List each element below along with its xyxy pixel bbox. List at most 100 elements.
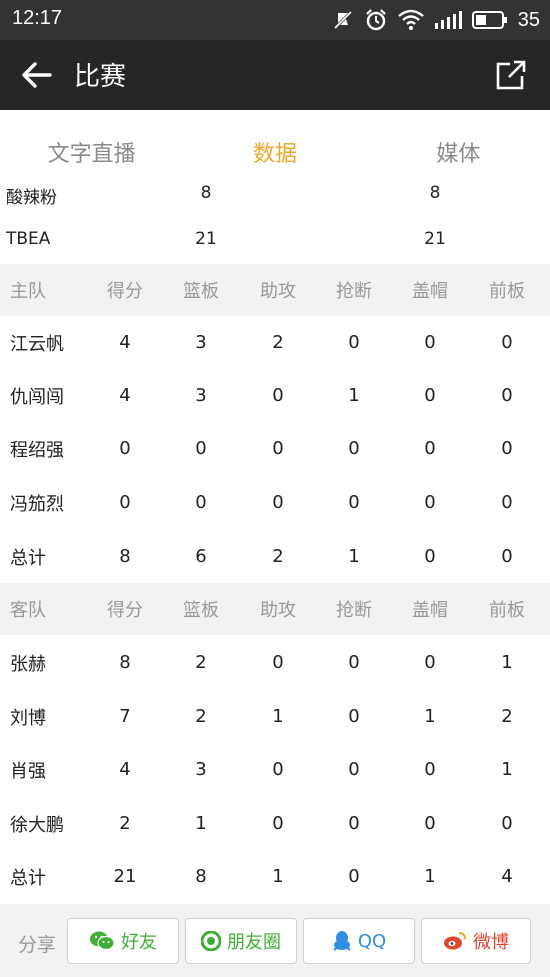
share-qq-label: QQ xyxy=(357,930,387,952)
alarm-icon xyxy=(365,9,386,31)
stat-cell: 1 xyxy=(272,706,284,727)
table-row: 肖强 4 3 0 0 0 1 xyxy=(0,743,550,796)
home-stats-header: 主队 得分 篮板 助攻 抢断 盖帽 前板 xyxy=(0,264,550,316)
stat-cell: 2 xyxy=(195,706,207,727)
stat-cell: 0 xyxy=(272,492,284,513)
table-row: 程绍强 0 0 0 0 0 0 xyxy=(0,422,550,475)
stat-cell: 1 xyxy=(348,546,360,567)
stat-cell: 0 xyxy=(348,813,360,834)
status-time: 12:17 xyxy=(12,7,63,29)
stat-cell: 3 xyxy=(195,385,207,406)
stat-cell: 1 xyxy=(424,866,436,887)
share-weibo-label: 微博 xyxy=(473,932,509,953)
header-blocks: 盖帽 xyxy=(412,600,448,621)
stat-cell: 0 xyxy=(119,438,131,459)
stat-cell: 0 xyxy=(272,385,284,406)
stat-cell: 0 xyxy=(348,652,360,673)
away-stats-header: 客队 得分 篮板 助攻 抢断 盖帽 前板 xyxy=(0,583,550,635)
status-icons: 35 xyxy=(332,6,540,34)
stat-cell: 0 xyxy=(195,438,207,459)
stat-cell: 0 xyxy=(348,866,360,887)
stat-cell: 0 xyxy=(501,492,513,513)
stat-cell: 1 xyxy=(501,759,513,780)
stat-cell: 7 xyxy=(119,706,131,727)
score-row: TBEA 21 21 xyxy=(0,218,550,264)
wechat-icon xyxy=(90,931,115,951)
signal-icon xyxy=(434,11,462,29)
stat-cell: 0 xyxy=(501,385,513,406)
stat-cell: 4 xyxy=(119,759,131,780)
stat-cell: 2 xyxy=(272,546,284,567)
stat-cell: 0 xyxy=(501,813,513,834)
stat-cell: 0 xyxy=(424,438,436,459)
stat-cell: 3 xyxy=(195,759,207,780)
stat-cell: 0 xyxy=(424,652,436,673)
stat-cell: 4 xyxy=(501,866,513,887)
back-arrow-icon xyxy=(22,62,52,88)
stat-cell: 2 xyxy=(119,813,131,834)
share-moments-label: 朋友圈 xyxy=(227,932,281,953)
stat-cell: 8 xyxy=(119,652,131,673)
stat-cell: 0 xyxy=(348,492,360,513)
stat-cell: 1 xyxy=(272,866,284,887)
page-title: 比赛 xyxy=(74,62,127,92)
stat-cell: 0 xyxy=(424,813,436,834)
stat-cell: 0 xyxy=(348,706,360,727)
stat-cell: 0 xyxy=(424,332,436,353)
qq-penguin-icon xyxy=(333,931,351,951)
header-blocks: 盖帽 xyxy=(412,281,448,302)
stat-cell: 0 xyxy=(272,759,284,780)
share-button[interactable] xyxy=(494,58,528,92)
share-bar: 分享 好友 朋友圈 QQ 微博 xyxy=(0,904,550,977)
header-points: 得分 xyxy=(107,281,143,302)
stat-cell: 8 xyxy=(195,866,207,887)
table-row: 张赫 8 2 0 0 0 1 xyxy=(0,636,550,689)
weibo-icon xyxy=(444,932,466,950)
share-icon xyxy=(496,60,526,90)
header-steals: 抢断 xyxy=(336,600,372,621)
app-bar: 比赛 xyxy=(0,40,550,110)
share-wechat-friends-button[interactable]: 好友 xyxy=(67,918,179,964)
stat-cell: 0 xyxy=(501,332,513,353)
header-assists: 助攻 xyxy=(260,600,296,621)
header-assists: 助攻 xyxy=(260,281,296,302)
stat-cell: 0 xyxy=(501,546,513,567)
table-row-total: 总计 21 8 1 0 1 4 xyxy=(0,850,550,903)
share-friends-label: 好友 xyxy=(121,932,157,953)
table-row-total: 总计 8 6 2 1 0 0 xyxy=(0,530,550,583)
wifi-icon xyxy=(397,9,424,30)
score-team: TBEA xyxy=(6,229,51,249)
back-button[interactable] xyxy=(20,60,54,90)
table-row: 江云帆 4 3 2 0 0 0 xyxy=(0,316,550,369)
share-qq-button[interactable]: QQ xyxy=(303,918,415,964)
moments-icon xyxy=(201,931,221,951)
stat-cell: 2 xyxy=(272,332,284,353)
table-row: 仇闯闯 4 3 0 1 0 0 xyxy=(0,369,550,422)
stat-cell: 0 xyxy=(272,438,284,459)
score-team: 酸辣粉 xyxy=(6,188,57,208)
stat-cell: 0 xyxy=(424,546,436,567)
header-points: 得分 xyxy=(107,600,143,621)
score-value: 8 xyxy=(200,183,212,203)
score-value: 21 xyxy=(195,229,217,249)
stat-cell: 3 xyxy=(195,332,207,353)
stat-cell: 0 xyxy=(195,492,207,513)
stat-cell: 0 xyxy=(424,759,436,780)
stat-cell: 1 xyxy=(348,385,360,406)
table-row: 刘博 7 2 1 0 1 2 xyxy=(0,690,550,743)
share-moments-button[interactable]: 朋友圈 xyxy=(185,918,297,964)
stat-cell: 0 xyxy=(119,492,131,513)
table-row: 徐大鹏 2 1 0 0 0 0 xyxy=(0,797,550,850)
share-weibo-button[interactable]: 微博 xyxy=(421,918,531,964)
stat-cell: 21 xyxy=(113,866,137,887)
stat-cell: 0 xyxy=(424,492,436,513)
stat-cell: 0 xyxy=(348,438,360,459)
stat-cell: 0 xyxy=(348,332,360,353)
stat-cell: 0 xyxy=(272,652,284,673)
stat-cell: 6 xyxy=(195,546,207,567)
header-rebounds: 篮板 xyxy=(183,281,219,302)
share-label: 分享 xyxy=(18,934,57,956)
stat-cell: 0 xyxy=(272,813,284,834)
stat-cell: 2 xyxy=(501,706,513,727)
stat-cell: 0 xyxy=(424,385,436,406)
